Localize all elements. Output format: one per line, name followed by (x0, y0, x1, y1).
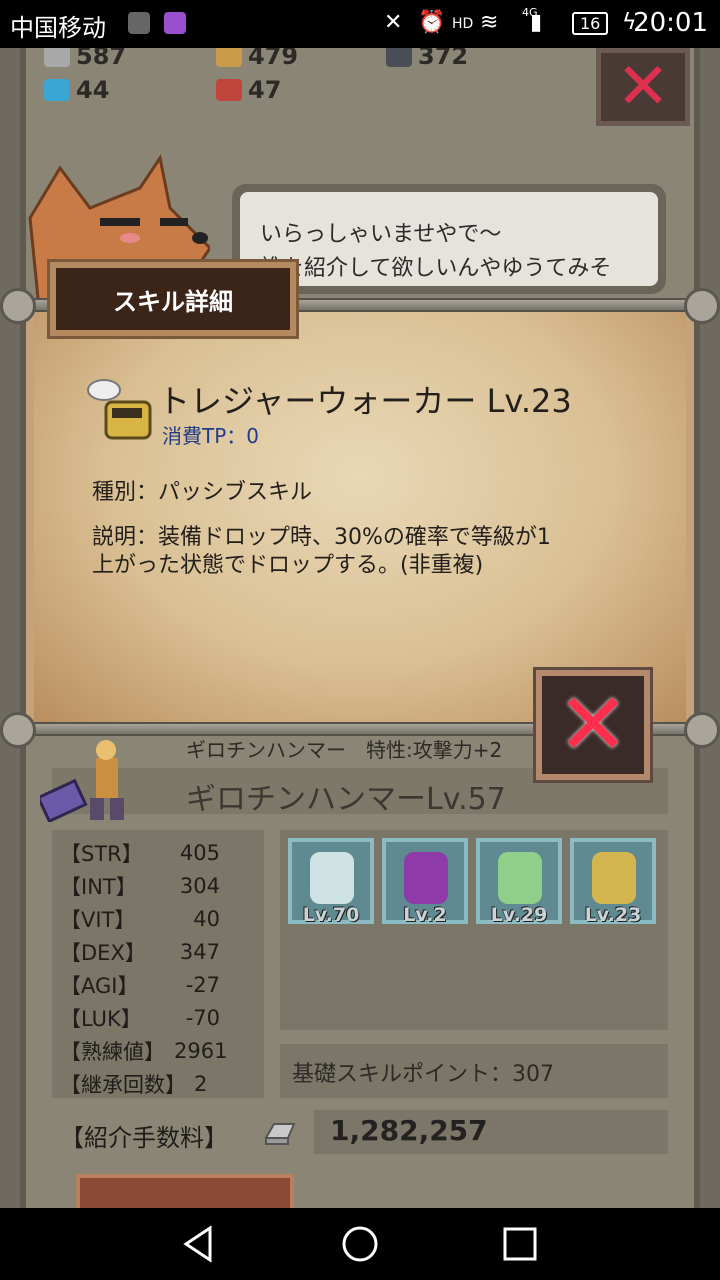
scroll-knob-icon (0, 712, 36, 748)
blue-gem-icon (44, 79, 70, 101)
character-sprite (40, 740, 124, 822)
skill-description-line-2: 上がった状態でドロップする。(非重複) (92, 553, 484, 578)
resource-silver: 587 (44, 48, 126, 70)
ore-count: 372 (418, 48, 469, 70)
hd-label: HD (452, 16, 474, 32)
speech-line-1: いらっしゃいませやで〜 (260, 222, 502, 247)
stat-row-agi: 【AGI】 -27 (60, 968, 256, 1001)
wifi-icon: ≋ (480, 10, 499, 35)
recent-apps-icon[interactable] (500, 1224, 540, 1264)
party-skill-icon (498, 852, 542, 904)
red-gem-count: 47 (248, 76, 282, 104)
skills-panel: Lv.70 Lv.2 Lv.29 Lv.23 (280, 830, 668, 1030)
stat-value: 347 (179, 939, 220, 964)
modal-title-text: スキル詳細 (113, 287, 233, 316)
skill-level: Lv.2 (403, 904, 447, 926)
skill-name: トレジャーウォーカー Lv.23 (158, 382, 572, 420)
stat-value: 405 (179, 840, 220, 865)
fee-value: 1,282,257 (330, 1114, 488, 1147)
modal-title: スキル詳細 (50, 262, 296, 336)
skill-description: 説明：装備ドロップ時、30%の確率で等級が1 上がった状態でドロップする。(非重… (92, 524, 632, 580)
stat-label: 【DEX】 (60, 940, 146, 965)
skill-description-line-1: 説明：装備ドロップ時、30%の確率で等級が1 (92, 525, 551, 550)
game-screen: 587 479 372 44 47 ✕ いらっしゃいませやで〜 誰を紹介して欲し… (0, 48, 720, 1208)
shop-close-button[interactable]: ✕ (596, 48, 690, 126)
treasure-walker-skill-icon (592, 852, 636, 904)
alarm-icon: ⏰ (418, 10, 446, 35)
skill-tp-cost: 消費TP：0 (162, 424, 260, 448)
stat-label: 【熟練値】 (60, 1039, 165, 1064)
stat-label: 【AGI】 (60, 973, 139, 998)
speech-line-2: 誰を紹介して欲しいんやゆうてみそ (260, 256, 612, 281)
red-gem-icon (216, 79, 242, 101)
stat-row-int: 【INT】 304 (60, 869, 256, 902)
app-notification-icon (128, 12, 150, 34)
skill-type: 種別：パッシブスキル (92, 480, 313, 505)
stat-label: 【STR】 (60, 841, 143, 866)
npc-speech-bubble: いらっしゃいませやで〜 誰を紹介して欲しいんやゆうてみそ (232, 184, 666, 294)
battery-level: 16 (580, 14, 601, 33)
character-name: ギロチンハンマーLv.57 (186, 782, 506, 817)
stat-label: 【VIT】 (60, 907, 136, 932)
stat-value: 2961 (174, 1038, 228, 1063)
modal-close-button[interactable]: ✕ (536, 670, 650, 780)
signal-icon: ▮ (530, 10, 543, 35)
game-notification-icon (164, 12, 186, 34)
stat-value: 304 (179, 873, 220, 898)
silver-ingot-icon (264, 1123, 296, 1145)
mute-icon: ✕ (384, 10, 403, 35)
skill-level: Lv.23 (584, 904, 642, 926)
stat-value: 40 (193, 906, 220, 931)
stat-label: 【継承回数】 (60, 1072, 186, 1097)
close-icon: ✕ (556, 675, 630, 775)
stat-row-proficiency: 【熟練値】 2961 (60, 1034, 256, 1067)
scroll-knob-icon (684, 288, 720, 324)
skill-slot-avd[interactable]: Lv.2 (382, 838, 468, 926)
stat-label: 【LUK】 (60, 1006, 142, 1031)
clock: 20:01 (633, 8, 708, 38)
stat-row-inherit: 【継承回数】 2 (60, 1067, 256, 1100)
parchment-scroll (26, 312, 694, 722)
stat-value: -27 (185, 972, 220, 997)
navigation-bar (0, 1208, 720, 1280)
resource-ore: 372 (386, 48, 468, 70)
scroll-knob-icon (684, 712, 720, 748)
ore-icon (386, 48, 412, 67)
bread-count: 479 (248, 48, 299, 70)
stat-label: 【INT】 (60, 874, 137, 899)
base-skill-points: 基礎スキルポイント：307 (280, 1044, 668, 1098)
recruit-button[interactable] (76, 1174, 294, 1208)
fee-label: 【紹介手数料】 (60, 1124, 228, 1152)
stat-value: 2 (194, 1071, 208, 1096)
stat-value: -70 (185, 1005, 220, 1030)
resource-red-gem: 47 (216, 76, 281, 104)
skill-slot-treasure-walker[interactable]: Lv.23 (570, 838, 656, 926)
carrier-name: 中国移动 (10, 14, 106, 42)
stats-panel: 【STR】 405 【INT】 304 【VIT】 40 【DEX】 347 【AGI】… (52, 830, 264, 1098)
battery-icon: 16 (572, 12, 609, 35)
status-bar: 中国移动 ✕ ⏰ HD ≋ 4G ▮ 16 ϟ 20:01 (0, 0, 720, 48)
skill-slot-hit[interactable]: Lv.70 (288, 838, 374, 926)
skill-level: Lv.70 (302, 904, 360, 926)
stat-row-luk: 【LUK】 -70 (60, 1001, 256, 1034)
close-icon: ✕ (616, 50, 670, 124)
resource-blue-gem: 44 (44, 76, 109, 104)
treasure-walker-icon (87, 379, 152, 440)
hit-skill-icon (310, 852, 354, 904)
stat-row-str: 【STR】 405 (60, 836, 256, 869)
home-icon[interactable] (340, 1224, 380, 1264)
skill-slot-3[interactable]: Lv.29 (476, 838, 562, 926)
skill-level: Lv.29 (490, 904, 548, 926)
stat-row-vit: 【VIT】 40 (60, 902, 256, 935)
back-icon[interactable] (180, 1224, 220, 1264)
scroll-knob-icon (0, 288, 36, 324)
resource-bread: 479 (216, 48, 298, 70)
bread-icon (216, 48, 242, 67)
avd-skill-icon (404, 852, 448, 904)
blue-gem-count: 44 (76, 76, 110, 104)
silver-count: 587 (76, 48, 127, 70)
silver-ingot-icon (44, 48, 70, 67)
stat-row-dex: 【DEX】 347 (60, 935, 256, 968)
